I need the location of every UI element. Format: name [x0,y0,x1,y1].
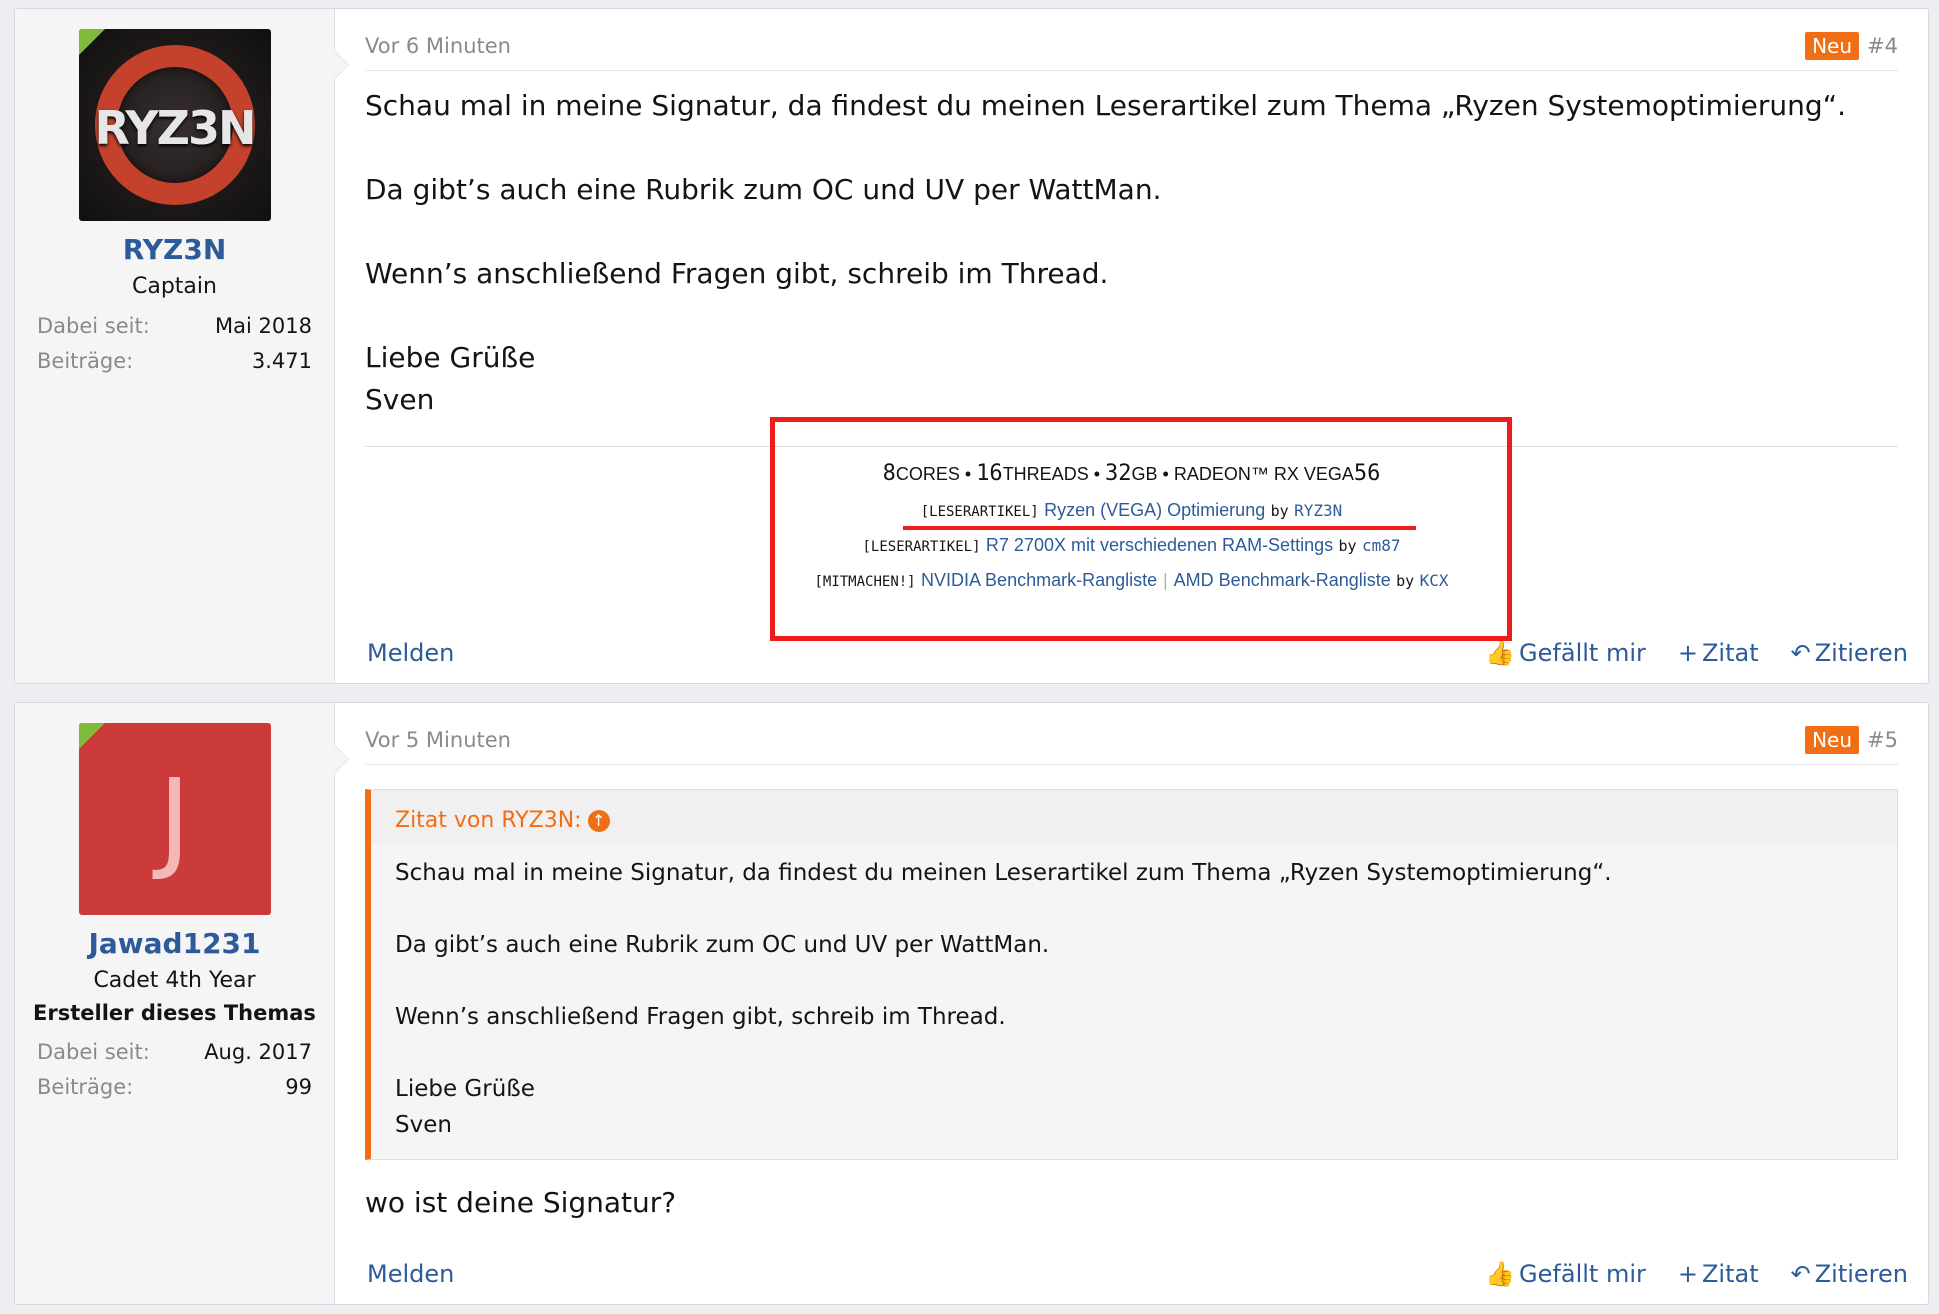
reply-button[interactable]: ↶ Zitieren [1791,1260,1908,1288]
multiquote-button[interactable]: + Zitat [1678,639,1759,667]
avatar[interactable]: J [78,723,271,915]
post-meta: Neu #5 [1805,725,1898,754]
stat-posts: Beiträge: 99 [37,1070,312,1105]
thumbs-up-icon: 👍 [1485,639,1516,667]
stat-posts: Beiträge: 3.471 [37,344,312,379]
stat-joined: Dabei seit: Mai 2018 [37,309,312,344]
stat-label: Dabei seit: [37,1040,150,1064]
post-time[interactable]: Vor 6 Minuten [365,34,511,58]
reply-arrow-icon: ↶ [1790,639,1811,667]
quote-text: Wenn’s anschließend Fragen gibt, schreib… [395,1004,1006,1030]
new-badge: Neu [1805,31,1860,60]
like-label: Gefällt mir [1519,639,1646,667]
user-cell: J Jawad1231 Cadet 4th Year Ersteller die… [15,703,349,1304]
online-indicator-icon [78,29,105,55]
report-link[interactable]: Melden [367,639,454,667]
arrow-up-circle-icon[interactable]: ↑ [587,810,610,832]
plus-icon: + [1677,639,1698,667]
quote-author[interactable]: Zitat von RYZ3N: [395,808,582,833]
stat-value[interactable]: 3.471 [252,344,312,379]
quote-label: Zitat [1701,639,1759,667]
report-link[interactable]: Melden [367,1260,454,1288]
stat-label: Dabei seit: [37,314,150,338]
user-cell: RYZ3N RYZ3N Captain Dabei seit: Mai 2018… [15,9,349,683]
quote-text: Schau mal in meine Signatur, da findest … [395,860,1612,886]
post-text: Schau mal in meine Signatur, da findest … [365,89,1847,122]
avatar-logo: RYZ3N [94,101,256,155]
reply-label: Zitieren [1814,639,1908,667]
new-badge: Neu [1805,725,1860,754]
post-text: wo ist deine Signatur? [365,1186,677,1219]
quote-text: Da gibt’s auch eine Rubrik zum OC und UV… [395,932,1050,958]
post-5: J Jawad1231 Cadet 4th Year Ersteller die… [14,702,1929,1305]
stat-label: Beiträge: [37,1075,134,1099]
post-actions: 👍 Gefällt mir + Zitat ↶ Zitieren [1485,639,1908,667]
post-text: Liebe Grüße [365,341,536,374]
post-number[interactable]: #5 [1867,728,1898,752]
stat-value[interactable]: 99 [285,1070,312,1105]
post-time[interactable]: Vor 5 Minuten [365,728,511,752]
stat-value: Mai 2018 [215,314,312,338]
like-button[interactable]: 👍 Gefällt mir [1485,1260,1646,1288]
avatar-letter: J [158,755,191,883]
thread-starter-banner: Ersteller dieses Themas [33,1001,316,1025]
quote-header[interactable]: Zitat von RYZ3N: ↑ [371,790,1897,843]
thumbs-up-icon: 👍 [1485,1260,1516,1288]
post-text: Sven [365,383,435,416]
stat-joined: Dabei seit: Aug. 2017 [37,1035,312,1070]
quote-label: Zitat [1701,1260,1759,1288]
like-button[interactable]: 👍 Gefällt mir [1485,639,1646,667]
highlight-underline [903,526,1416,530]
post-body: Schau mal in meine Signatur, da findest … [365,85,1898,421]
username[interactable]: RYZ3N [15,233,334,266]
post-actions: 👍 Gefällt mir + Zitat ↶ Zitieren [1485,1260,1908,1288]
post-number[interactable]: #4 [1867,34,1898,58]
user-title: Captain [132,274,217,299]
user-stats: Dabei seit: Aug. 2017 Beiträge: 99 [37,1035,312,1105]
user-title: Cadet 4th Year [93,968,256,993]
quote-block: Zitat von RYZ3N: ↑ Schau mal in meine Sig… [365,789,1898,1160]
reply-label: Zitieren [1814,1260,1908,1288]
post-header: Vor 6 Minuten Neu #4 [365,9,1898,71]
post-text: Da gibt’s auch eine Rubrik zum OC und UV… [365,173,1162,206]
post-footer: Melden 👍 Gefällt mir + Zitat ↶ Zitieren [367,639,1908,667]
quote-text: Sven [395,1112,452,1138]
quote-body: Schau mal in meine Signatur, da findest … [371,843,1897,1159]
user-stats: Dabei seit: Mai 2018 Beiträge: 3.471 [37,309,312,379]
post-main: Vor 5 Minuten Neu #5 Zitat von RYZ3N: ↑ S… [335,703,1928,1304]
avatar[interactable]: RYZ3N [78,29,271,221]
quote-text: Liebe Grüße [395,1076,535,1102]
stat-value: Aug. 2017 [204,1040,312,1064]
username[interactable]: Jawad1231 [15,927,334,960]
post-meta: Neu #4 [1805,31,1898,60]
post-text: Wenn’s anschließend Fragen gibt, schreib… [365,257,1109,290]
multiquote-button[interactable]: + Zitat [1678,1260,1759,1288]
reply-arrow-icon: ↶ [1790,1260,1811,1288]
stat-label: Beiträge: [37,349,134,373]
reply-button[interactable]: ↶ Zitieren [1791,639,1908,667]
post-header: Vor 5 Minuten Neu #5 [365,703,1898,765]
post-footer: Melden 👍 Gefällt mir + Zitat ↶ Zitieren [367,1260,1908,1288]
online-indicator-icon [78,723,105,749]
like-label: Gefällt mir [1519,1260,1646,1288]
plus-icon: + [1677,1260,1698,1288]
